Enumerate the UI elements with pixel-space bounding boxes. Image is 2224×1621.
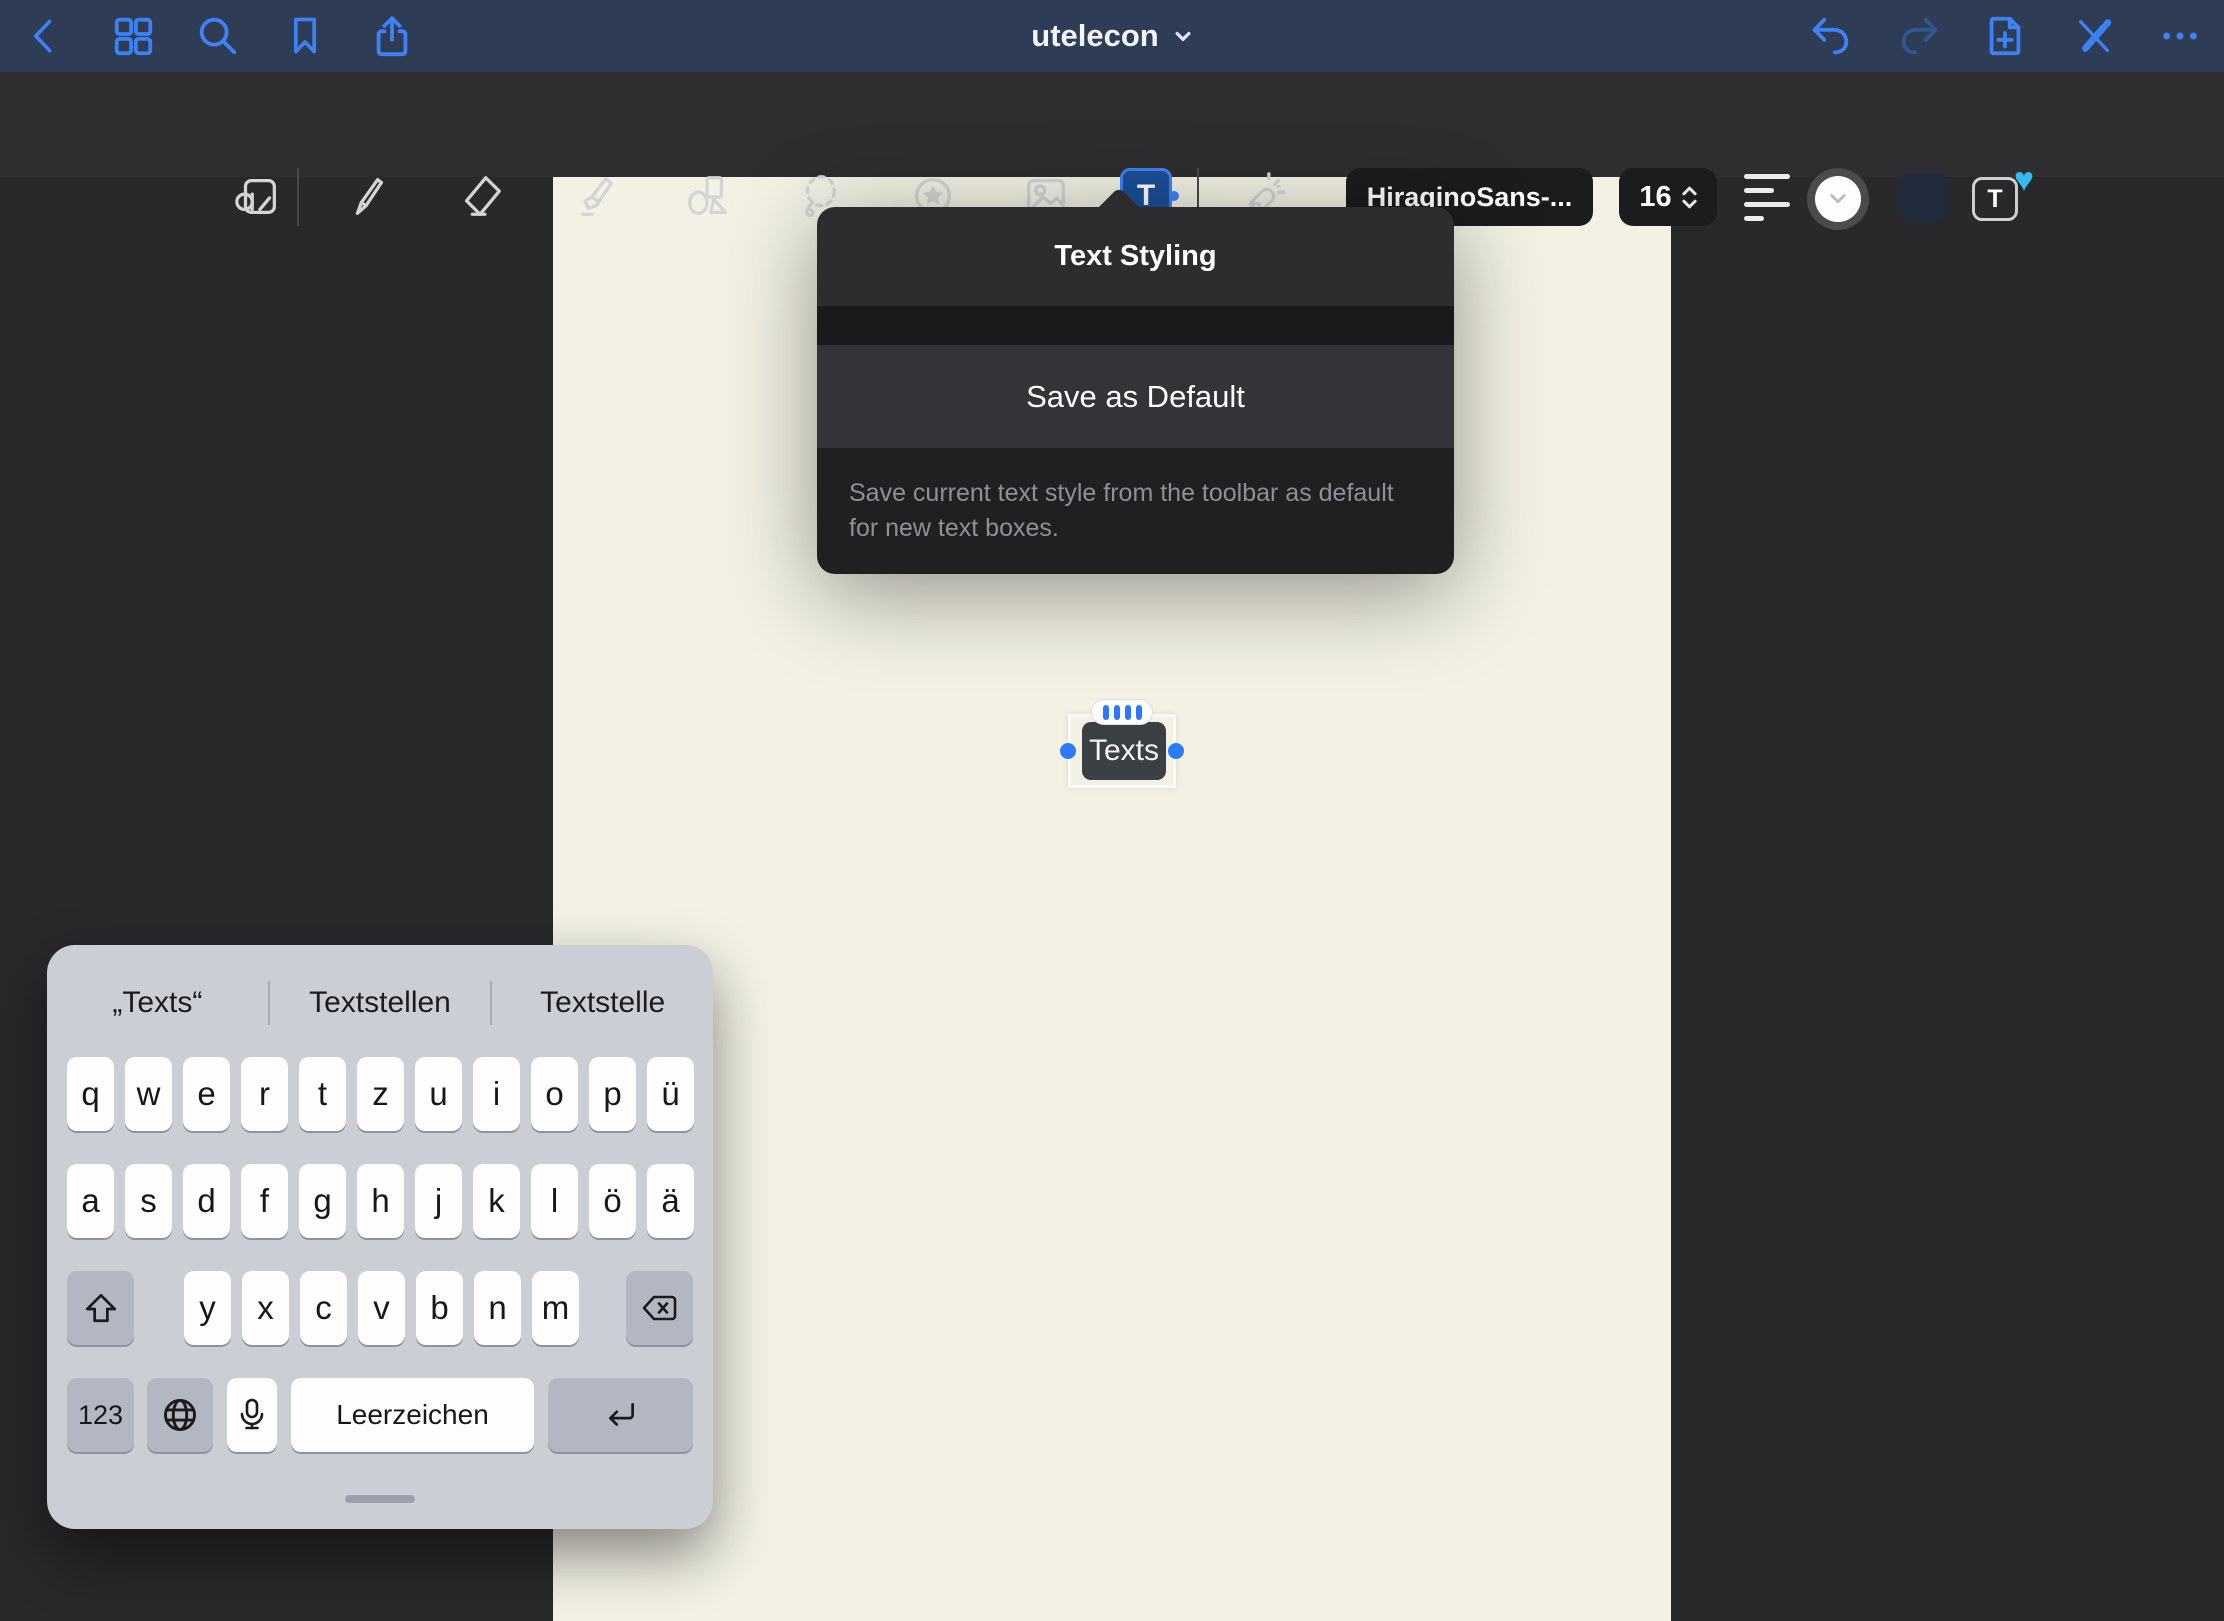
numbers-key[interactable]: 123	[67, 1378, 134, 1452]
text-style-favorite-button[interactable]: T ♥	[1972, 171, 2030, 225]
keyboard-row-1: qwertzuiopü	[67, 1057, 694, 1131]
heart-icon: ♥	[2014, 163, 2034, 197]
backspace-icon	[640, 1292, 680, 1324]
shapes-tool-icon[interactable]	[681, 170, 733, 222]
save-as-default-button[interactable]: Save as Default	[817, 345, 1454, 448]
globe-key[interactable]	[147, 1378, 213, 1452]
key-c[interactable]: c	[300, 1271, 347, 1345]
key-s[interactable]: s	[125, 1164, 172, 1238]
document-title[interactable]: utelecon	[962, 0, 1262, 72]
toolbar-separator	[297, 168, 299, 226]
key-i[interactable]: i	[473, 1057, 520, 1131]
key-ö[interactable]: ö	[589, 1164, 636, 1238]
key-p[interactable]: p	[589, 1057, 636, 1131]
search-icon[interactable]	[194, 12, 242, 60]
key-t[interactable]: t	[299, 1057, 346, 1131]
microphone-icon	[235, 1397, 269, 1433]
key-d[interactable]: d	[183, 1164, 230, 1238]
key-g[interactable]: g	[299, 1164, 346, 1238]
popover-description: Save current text style from the toolbar…	[817, 448, 1454, 574]
text-styling-popover: Text Styling Save as Default Save curren…	[817, 207, 1454, 574]
backspace-key[interactable]	[626, 1271, 693, 1345]
key-e[interactable]: e	[183, 1057, 230, 1131]
font-size-stepper-icon	[1682, 186, 1697, 209]
key-r[interactable]: r	[241, 1057, 288, 1131]
app-screen: utelecon	[0, 0, 2224, 1621]
suggestion-1[interactable]: „Texts“	[47, 986, 268, 1020]
shift-icon	[83, 1290, 119, 1326]
pen-mode-toggle-icon[interactable]	[2070, 12, 2118, 60]
keyboard-grabber[interactable]	[345, 1495, 415, 1503]
undo-icon[interactable]	[1806, 12, 1854, 60]
text-style-frame: T	[1972, 177, 2018, 221]
font-size-value: 16	[1639, 181, 1671, 214]
thumbnails-grid-icon[interactable]	[109, 12, 157, 60]
keyboard-row-3: yxcvbnm	[184, 1271, 579, 1345]
document-title-text: utelecon	[1031, 18, 1158, 54]
text-tool-right-handle	[1169, 191, 1179, 201]
suggestion-bar: „Texts“TextstellenTextstelle	[47, 961, 713, 1045]
back-icon[interactable]	[21, 12, 69, 60]
key-h[interactable]: h	[357, 1164, 404, 1238]
globe-icon	[161, 1396, 199, 1434]
editing-toolbar: T HiraginoSans-... 16	[0, 72, 2224, 177]
return-key[interactable]	[548, 1378, 693, 1452]
key-y[interactable]: y	[184, 1271, 231, 1345]
space-key-label: Leerzeichen	[336, 1399, 489, 1431]
text-color-current	[1815, 176, 1861, 222]
key-b[interactable]: b	[416, 1271, 463, 1345]
highlighter-tool-icon[interactable]	[568, 170, 620, 222]
text-box-right-resize-handle[interactable]	[1168, 743, 1184, 759]
bookmark-icon[interactable]	[281, 12, 329, 60]
keyboard-row-2: asdfghjklöä	[67, 1164, 694, 1238]
font-size-button[interactable]: 16	[1619, 168, 1717, 226]
pen-tool-icon[interactable]	[342, 170, 394, 222]
text-align-button[interactable]	[1744, 174, 1790, 221]
key-z[interactable]: z	[357, 1057, 404, 1131]
key-w[interactable]: w	[125, 1057, 172, 1131]
key-j[interactable]: j	[415, 1164, 462, 1238]
key-m[interactable]: m	[532, 1271, 579, 1345]
suggestion-3[interactable]: Textstelle	[492, 986, 713, 1020]
key-n[interactable]: n	[474, 1271, 521, 1345]
popover-title: Text Styling	[817, 207, 1454, 306]
add-page-icon[interactable]	[1981, 12, 2029, 60]
key-v[interactable]: v	[358, 1271, 405, 1345]
more-icon[interactable]	[2156, 12, 2204, 60]
text-color-swatch[interactable]	[1807, 168, 1869, 230]
popover-description-line1: Save current text style from the toolbar…	[849, 476, 1414, 511]
share-icon[interactable]	[368, 12, 416, 60]
key-x[interactable]: x	[242, 1271, 289, 1345]
title-chevron-down-icon	[1173, 26, 1193, 46]
floating-keyboard: „Texts“TextstellenTextstelle qwertzuiopü…	[47, 945, 713, 1529]
key-f[interactable]: f	[241, 1164, 288, 1238]
key-ü[interactable]: ü	[647, 1057, 694, 1131]
popover-description-line2: for new text boxes.	[849, 511, 1414, 546]
key-u[interactable]: u	[415, 1057, 462, 1131]
key-k[interactable]: k	[473, 1164, 520, 1238]
text-box-left-resize-handle[interactable]	[1060, 743, 1076, 759]
return-icon	[603, 1397, 639, 1433]
suggestion-2[interactable]: Textstellen	[270, 986, 491, 1020]
popover-empty-row	[817, 306, 1454, 345]
text-box-content[interactable]: Texts	[1082, 722, 1166, 780]
key-a[interactable]: a	[67, 1164, 114, 1238]
shift-key[interactable]	[67, 1271, 134, 1345]
dictation-key[interactable]	[227, 1378, 277, 1452]
redo-icon[interactable]	[1896, 12, 1944, 60]
text-style-t-label: T	[1987, 185, 2002, 214]
key-ä[interactable]: ä	[647, 1164, 694, 1238]
text-box-drag-handle[interactable]	[1091, 699, 1153, 725]
numbers-key-label: 123	[78, 1400, 123, 1431]
eraser-tool-icon[interactable]	[455, 170, 507, 222]
text-box-text: Texts	[1089, 734, 1159, 768]
space-key[interactable]: Leerzeichen	[291, 1378, 534, 1452]
swatch-chevron-down-icon	[1829, 193, 1847, 205]
key-l[interactable]: l	[531, 1164, 578, 1238]
text-background-swatch[interactable]	[1899, 173, 1947, 223]
key-q[interactable]: q	[67, 1057, 114, 1131]
page-elements-icon[interactable]	[232, 170, 284, 222]
key-o[interactable]: o	[531, 1057, 578, 1131]
top-navigation-bar: utelecon	[0, 0, 2224, 72]
